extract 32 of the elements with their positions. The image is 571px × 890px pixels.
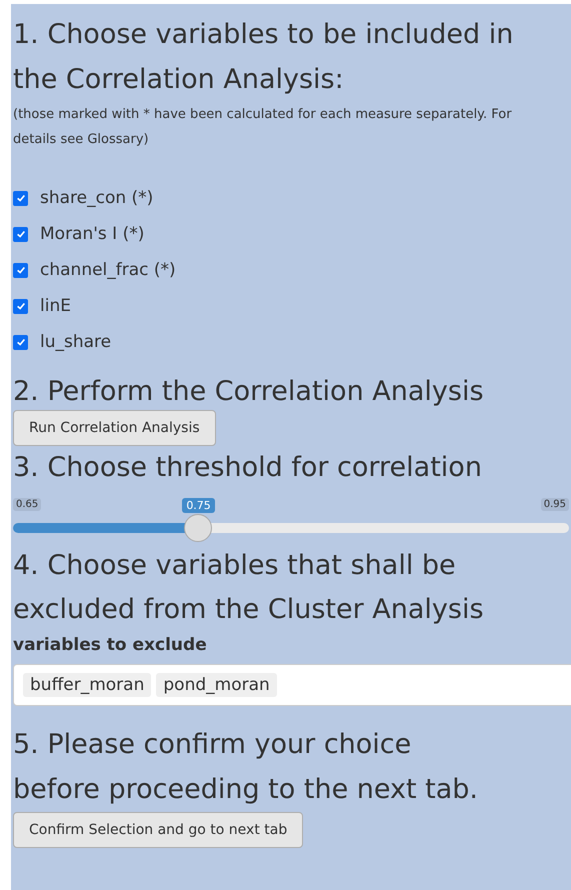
section-heading: 1. Choose variables to be included in the Correlation Analysis: [13, 18, 514, 97]
slider-min-label: 0.65 [13, 498, 42, 511]
checkmark-icon [16, 337, 26, 347]
slider-thumb[interactable] [184, 514, 212, 542]
checkmark-icon [16, 265, 26, 275]
note-text: (those marked with * have been calculated for each measure separately. For details see Glossary) [13, 106, 513, 149]
section-heading: 3. Choose threshold for correlation [13, 451, 483, 485]
checkbox-label: linE [40, 296, 71, 316]
checkmark-icon [16, 229, 26, 239]
checkbox[interactable] [13, 262, 28, 278]
checkbox[interactable] [13, 226, 28, 242]
section-heading: 2. Perform the Correlation Analysis [13, 375, 485, 409]
checkbox[interactable] [13, 190, 28, 206]
slider-track[interactable] [13, 523, 569, 533]
checkbox[interactable] [13, 298, 28, 314]
checkbox-label: share_con (*) [40, 188, 154, 208]
checkmark-icon [16, 301, 26, 311]
section-heading: 5. Please confirm your choice before proceeding to the next tab. [13, 728, 480, 807]
checkbox-label: Moran's I (*) [40, 224, 144, 244]
selected-tag[interactable]: pond_moran [156, 673, 277, 697]
confirm-button[interactable]: Confirm Selection and go to next tab [13, 812, 304, 848]
checkmark-icon [16, 193, 26, 203]
checkbox-label: lu_share [40, 332, 112, 352]
slider-max-label: 0.95 [540, 498, 569, 511]
section-heading: 4. Choose variables that shall be excluded from the Cluster Analysis [13, 549, 485, 627]
checkbox-label: channel_frac (*) [40, 260, 176, 280]
selected-tag[interactable]: buffer_moran [23, 673, 152, 697]
exclude-select-field[interactable]: buffer_moran pond_moran [13, 664, 571, 706]
slider-value-label: 0.75 [182, 498, 215, 513]
field-label: variables to exclude [13, 634, 208, 657]
run-analysis-button[interactable]: Run Correlation Analysis [13, 410, 216, 446]
checkbox[interactable] [13, 334, 28, 350]
